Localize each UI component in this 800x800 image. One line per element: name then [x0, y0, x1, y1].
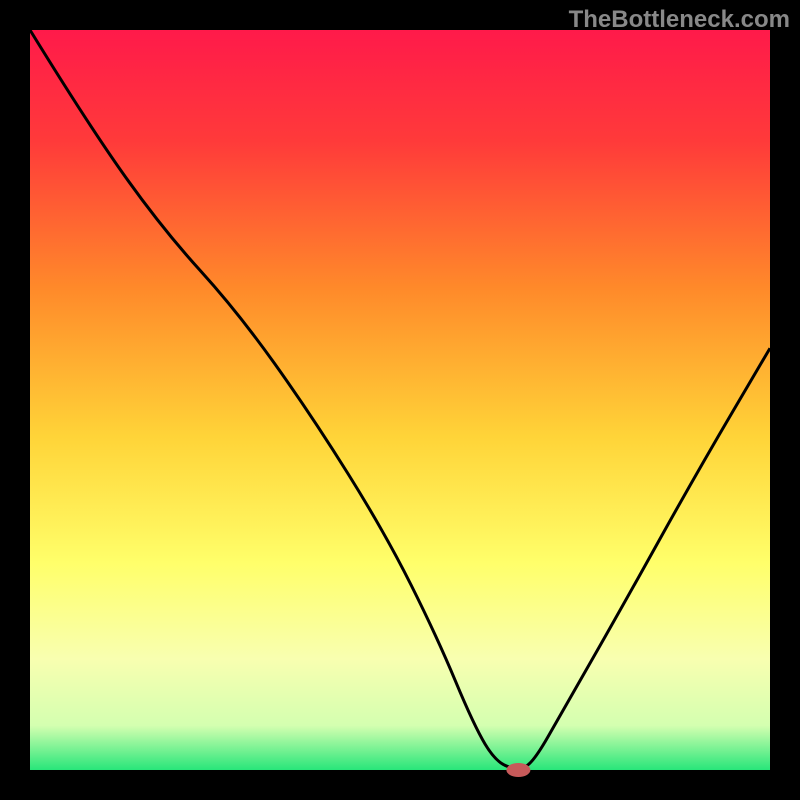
chart-container: TheBottleneck.com	[0, 0, 800, 800]
optimal-marker	[506, 763, 530, 777]
watermark-text: TheBottleneck.com	[569, 6, 790, 34]
bottleneck-chart	[0, 0, 800, 800]
gradient-background	[30, 30, 770, 770]
